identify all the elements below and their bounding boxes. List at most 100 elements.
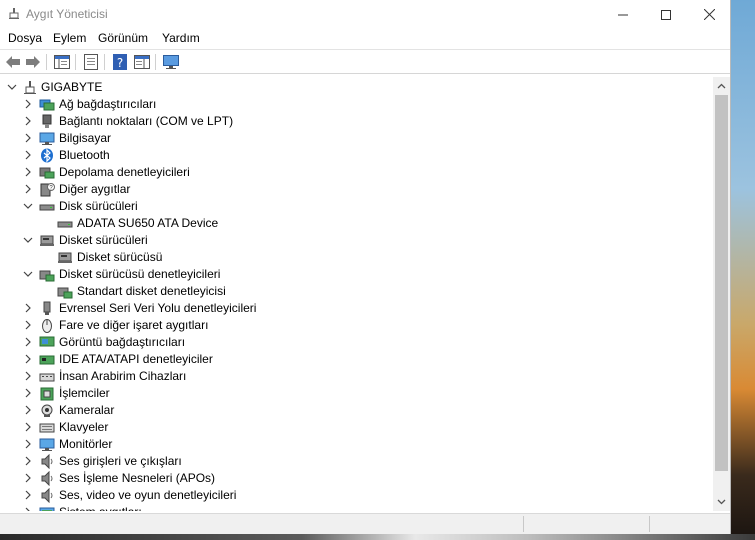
help-button[interactable]: ? [111,53,129,71]
tree-item-label: Disk sürücüleri [59,199,138,213]
menu-yardim[interactable]: Yardım [162,31,200,45]
chevron-right-icon[interactable] [22,438,34,450]
menu-dosya[interactable]: Dosya [8,31,42,45]
title-bar[interactable]: Aygıt Yöneticisi [0,0,730,29]
tree-category-row[interactable]: Ağ bağdaştırıcıları [0,96,713,113]
tree-category-row[interactable]: İşlemciler [0,385,713,402]
chevron-right-icon[interactable] [22,353,34,365]
forward-button[interactable] [24,53,42,71]
tree-item-label: Diğer aygıtlar [59,182,131,196]
chevron-right-icon[interactable] [22,506,34,511]
tree-device-row[interactable]: Standart disket denetleyicisi [0,283,713,300]
tree-category-row[interactable]: Ses girişleri ve çıkışları [0,453,713,470]
tree-root-label: GIGABYTE [41,80,103,94]
chevron-right-icon[interactable] [22,166,34,178]
tree-category-row[interactable]: İnsan Arabirim Cihazları [0,368,713,385]
tree-category-row[interactable]: Bağlantı noktaları (COM ve LPT) [0,113,713,130]
tree-item-label: Depolama denetleyicileri [59,165,190,179]
chevron-right-icon[interactable] [22,370,34,382]
speaker-icon [41,471,53,486]
tree-item-label: İnsan Arabirim Cihazları [59,369,187,383]
ide-controller-icon [39,355,55,365]
tree-category-row[interactable]: IDE ATA/ATAPI denetleyiciler [0,351,713,368]
tree-item-label: Kameralar [59,403,115,417]
speaker-icon [41,454,53,469]
properties-icon [84,54,98,70]
tree-category-row[interactable]: Disk sürücüleri [0,198,713,215]
tree-category-row[interactable]: Depolama denetleyicileri [0,164,713,181]
chevron-right-icon[interactable] [22,387,34,399]
hid-icon [39,373,55,382]
chevron-down-icon[interactable] [22,268,34,280]
chevron-right-icon[interactable] [22,336,34,348]
tree-category-row[interactable]: Fare ve diğer işaret aygıtları [0,317,713,334]
speaker-icon [41,488,53,503]
chevron-down-icon[interactable] [6,81,18,93]
minimize-button[interactable] [600,0,646,29]
device-manager-app-icon [9,8,19,19]
device-manager-window: Aygıt Yöneticisi Dosya Eylem Görünüm Yar… [0,0,731,534]
chevron-down-icon[interactable] [22,200,34,212]
tree-category-row[interactable]: Sistem aygıtları [0,504,713,511]
vertical-scrollbar[interactable] [713,77,730,511]
camera-icon [41,404,53,417]
menu-eylem[interactable]: Eylem [53,31,86,45]
tree-root-row[interactable]: GIGABYTE [0,79,713,96]
tree-item-label: Disket sürücüsü [77,250,163,264]
tree-category-row[interactable]: Kameralar [0,402,713,419]
network-adapter-icon [39,99,55,111]
chevron-right-icon[interactable] [22,472,34,484]
chevron-right-icon[interactable] [22,183,34,195]
chevron-down-icon[interactable] [22,234,34,246]
processor-icon [40,387,54,401]
storage-controller-icon [39,167,55,179]
chevron-right-icon[interactable] [22,319,34,331]
action-pane-button[interactable] [133,53,151,71]
chevron-right-icon[interactable] [22,404,34,416]
tree-device-row[interactable]: ADATA SU650 ATA Device [0,215,713,232]
tree-category-row[interactable]: Bilgisayar [0,130,713,147]
chevron-right-icon[interactable] [22,149,34,161]
tree-category-row[interactable]: Disket sürücüleri [0,232,713,249]
chevron-right-icon[interactable] [22,115,34,127]
tree-category-row[interactable]: Ses İşleme Nesneleri (APOs) [0,470,713,487]
tree-category-row[interactable]: Görüntü bağdaştırıcıları [0,334,713,351]
tree-device-row[interactable]: Disket sürücüsü [0,249,713,266]
menu-gorunum[interactable]: Görünüm [98,31,148,45]
tree-item-label: Bluetooth [59,148,110,162]
port-icon [42,114,52,128]
back-button[interactable] [4,53,22,71]
chevron-right-icon[interactable] [22,98,34,110]
chevron-right-icon[interactable] [22,421,34,433]
close-icon [703,9,715,20]
chevron-right-icon[interactable] [22,302,34,314]
scroll-up-button[interactable] [713,79,730,93]
tree-category-row[interactable]: Ses, video ve oyun denetleyicileri [0,487,713,504]
scroll-down-button[interactable] [713,495,730,509]
device-tree[interactable]: GIGABYTE Ağ bağdaştırıcıları Bağlantı nok… [0,77,713,511]
chevron-right-icon[interactable] [22,455,34,467]
tree-item-label: Bilgisayar [59,131,112,145]
forward-arrow-icon [26,56,40,68]
close-button[interactable] [686,0,732,29]
computer-icon [39,132,55,145]
toolbar: ? [0,49,730,74]
maximize-icon [661,9,671,20]
tree-category-row[interactable]: Bluetooth [0,147,713,164]
maximize-button[interactable] [643,0,689,29]
tree-category-row[interactable]: Disket sürücüsü denetleyicileri [0,266,713,283]
tree-category-row[interactable]: Klavyeler [0,419,713,436]
console-tree-button[interactable] [53,53,71,71]
chevron-right-icon[interactable] [22,132,34,144]
scrollbar-thumb[interactable] [715,95,728,471]
chevron-right-icon[interactable] [22,489,34,501]
tree-category-row[interactable]: Evrensel Seri Veri Yolu denetleyicileri [0,300,713,317]
action-pane-icon [134,55,150,69]
tree-item-label: Ses, video ve oyun denetleyicileri [59,488,237,502]
properties-button[interactable] [82,53,100,71]
monitor-icon [39,438,55,451]
scan-hardware-button[interactable] [162,53,180,71]
tree-item-label: Bağlantı noktaları (COM ve LPT) [59,114,234,128]
tree-category-row[interactable]: Monitörler [0,436,713,453]
tree-category-row[interactable]: ? Diğer aygıtlar [0,181,713,198]
